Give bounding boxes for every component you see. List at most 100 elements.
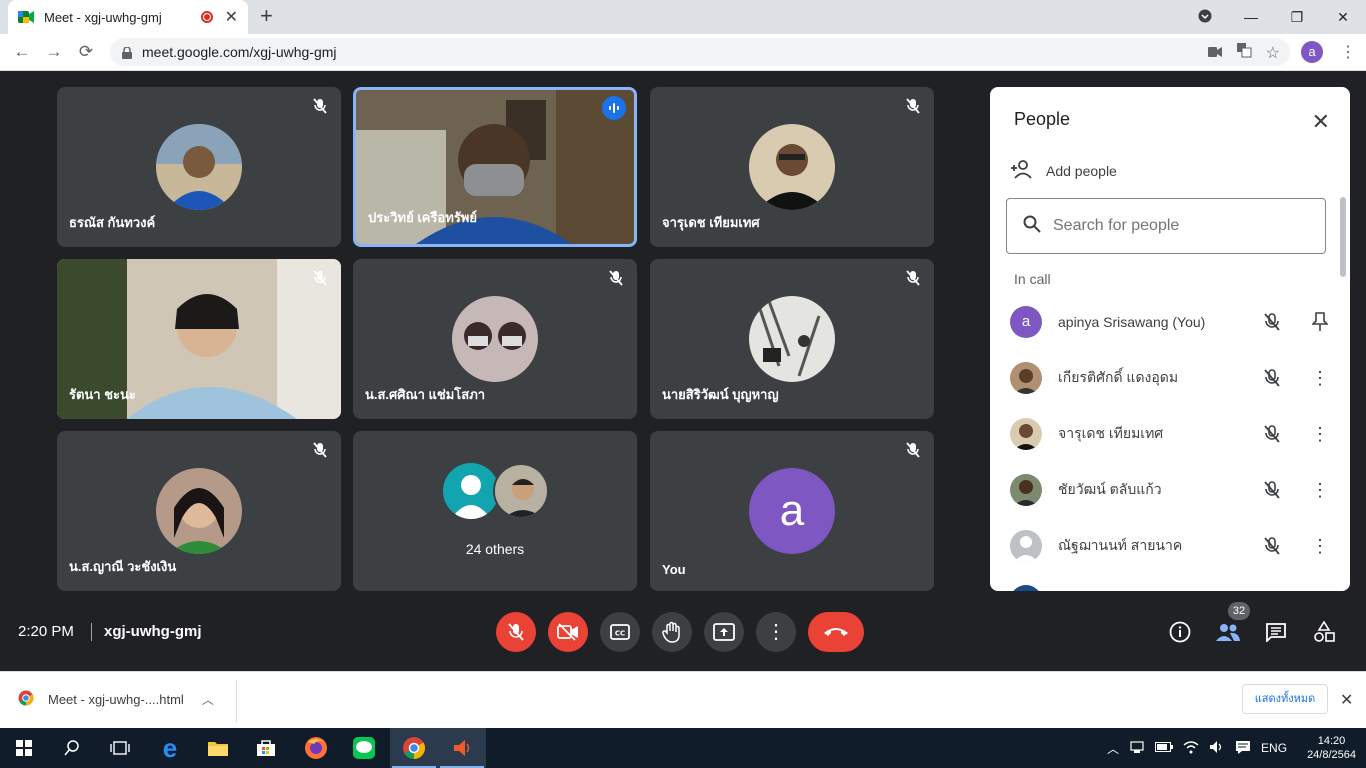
input-language[interactable]: ENG — [1261, 741, 1287, 755]
camera-in-use-icon[interactable] — [1207, 44, 1222, 62]
close-tab-icon[interactable]: ✕ — [225, 7, 238, 27]
participant-video-tile[interactable]: รัตนา ชะนะ — [57, 259, 341, 419]
network-adapter-icon[interactable] — [1129, 740, 1145, 757]
minimize-button[interactable]: — — [1228, 9, 1274, 25]
show-everyone-button[interactable] — [1215, 619, 1241, 645]
more-options-icon[interactable]: ⋮ — [1310, 368, 1330, 388]
default-avatar-icon — [1010, 530, 1042, 562]
download-item[interactable]: Meet - xgj-uwhg-....html ︿ — [18, 690, 214, 709]
participant-tile[interactable]: จารุเดช เทียมเทศ — [650, 87, 934, 247]
battery-icon[interactable] — [1155, 741, 1174, 755]
self-avatar: a — [749, 468, 835, 554]
more-vert-icon: ⋮ — [766, 621, 786, 643]
clock-date: 24/8/2564 — [1307, 749, 1356, 761]
taskbar-line[interactable] — [340, 728, 388, 768]
participant-tile[interactable]: น.ส.ญาณี วะชังเงิน — [57, 431, 341, 591]
folder-icon — [208, 742, 228, 756]
participant-tile[interactable]: ธรณัส กันทวงค์ — [57, 87, 341, 247]
self-tile[interactable]: a You — [650, 431, 934, 591]
chat-button[interactable] — [1263, 619, 1289, 645]
search-people-field[interactable] — [1006, 198, 1326, 254]
taskbar-file-explorer[interactable] — [194, 728, 242, 768]
captions-button[interactable]: CC — [600, 612, 640, 652]
tab-search-icon[interactable] — [1182, 9, 1228, 26]
people-list-item[interactable]: จารุเดช เทียมเทศ ⋮ — [1010, 406, 1330, 462]
show-hidden-icons-chevron-icon[interactable]: ︿ — [1107, 740, 1119, 757]
person-name: ณัฐฌานนท์ สายนาค — [1058, 537, 1183, 553]
person-avatar — [1010, 418, 1042, 450]
restore-button[interactable]: ❐ — [1274, 9, 1320, 26]
person-name: เกียรติศักดิ์ แดงอุดม — [1058, 369, 1179, 385]
participant-tile[interactable]: น.ส.ศศิณา แช่มโสภา — [353, 259, 637, 419]
pin-icon[interactable] — [1310, 312, 1330, 332]
muted-mic-icon — [904, 269, 922, 287]
show-all-button[interactable]: แสดงทั้งหมด — [1242, 684, 1328, 714]
start-button[interactable] — [0, 728, 48, 768]
bookmark-star-icon[interactable]: ☆ — [1266, 43, 1280, 63]
muted-mic-icon — [311, 441, 329, 459]
close-download-bar-icon[interactable]: ✕ — [1340, 690, 1353, 710]
taskbar-edge[interactable]: e — [146, 728, 194, 768]
others-tile[interactable]: 24 others — [353, 431, 637, 591]
more-options-button[interactable]: ⋮ — [756, 612, 796, 652]
chevron-up-icon[interactable]: ︿ — [202, 691, 214, 708]
participant-name: น.ส.ญาณี วะชังเงิน — [69, 559, 177, 574]
translate-icon[interactable] — [1236, 42, 1252, 63]
divider — [236, 680, 237, 722]
browser-tab[interactable]: Meet - xgj-uwhg-gmj ✕ — [8, 0, 248, 34]
captions-icon: CC — [610, 624, 630, 640]
people-panel: People ✕ Add people In call a apinya Sri… — [990, 87, 1350, 591]
people-icon — [1216, 624, 1240, 641]
volume-icon[interactable] — [1209, 740, 1225, 757]
people-list-item[interactable]: ชัยวัฒน์ ตลับแก้ว ⋮ — [1010, 462, 1330, 518]
muted-mic-icon — [311, 97, 329, 115]
add-people-button[interactable]: Add people — [1010, 159, 1117, 182]
windows-taskbar: e ︿ ENG 14:20 24/8/2564 — [0, 728, 1366, 768]
participant-avatar — [749, 124, 835, 210]
browser-menu-icon[interactable]: ⋮ — [1340, 42, 1356, 62]
person-avatar — [1010, 585, 1042, 591]
leave-call-button[interactable] — [808, 612, 864, 652]
search-icon — [64, 740, 79, 756]
search-button[interactable] — [48, 728, 96, 768]
task-view-button[interactable] — [96, 728, 144, 768]
search-people-input[interactable] — [1053, 217, 1303, 235]
new-tab-button[interactable]: + — [260, 5, 273, 27]
more-options-icon[interactable]: ⋮ — [1310, 424, 1330, 444]
address-bar[interactable]: meet.google.com/xgj-uwhg-gmj ☆ — [110, 38, 1290, 66]
participant-avatar — [493, 463, 549, 519]
raise-hand-button[interactable] — [652, 612, 692, 652]
meeting-time: 2:20 PM — [18, 623, 74, 640]
present-now-button[interactable] — [704, 612, 744, 652]
people-list-item[interactable]: เกียรติศักดิ์ แดงอุดม ⋮ — [1010, 350, 1330, 406]
more-options-icon[interactable]: ⋮ — [1310, 536, 1330, 556]
people-list-item[interactable]: ณัฐฌานนท์ สายนาค ⋮ — [1010, 518, 1330, 574]
participant-tile[interactable]: นายสิริวัฒน์ บุญหาญ — [650, 259, 934, 419]
clock-time: 14:20 — [1317, 735, 1346, 747]
panel-scrollbar[interactable] — [1340, 197, 1346, 277]
profile-avatar[interactable]: a — [1301, 41, 1323, 63]
people-list-item[interactable]: a apinya Srisawang (You) — [1010, 294, 1330, 350]
activities-button[interactable] — [1311, 619, 1337, 645]
taskbar-volume-app[interactable] — [438, 728, 486, 768]
forward-button[interactable]: → — [38, 42, 70, 62]
system-clock[interactable]: 14:20 24/8/2564 — [1307, 734, 1356, 762]
in-call-section-label: In call — [1014, 271, 1051, 287]
system-tray: ︿ ENG 14:20 24/8/2564 — [1107, 728, 1356, 768]
toggle-camera-button[interactable] — [548, 612, 588, 652]
action-center-icon[interactable] — [1235, 740, 1251, 757]
close-window-button[interactable]: ✕ — [1320, 9, 1366, 26]
taskbar-store[interactable] — [242, 728, 290, 768]
taskbar-firefox[interactable] — [292, 728, 340, 768]
back-button[interactable]: ← — [6, 42, 38, 62]
active-speaker-tile[interactable]: ประวิทย์ เครือทรัพย์ — [353, 87, 637, 247]
more-options-icon[interactable]: ⋮ — [1310, 480, 1330, 500]
toggle-microphone-button[interactable] — [496, 612, 536, 652]
reload-button[interactable]: ⟳ — [70, 42, 102, 62]
wifi-icon[interactable] — [1183, 740, 1199, 757]
taskbar-chrome[interactable] — [390, 728, 438, 768]
close-panel-icon[interactable]: ✕ — [1312, 109, 1330, 135]
others-count-label: 24 others — [465, 541, 525, 557]
meeting-details-button[interactable] — [1167, 619, 1193, 645]
recording-indicator-icon — [200, 11, 213, 23]
